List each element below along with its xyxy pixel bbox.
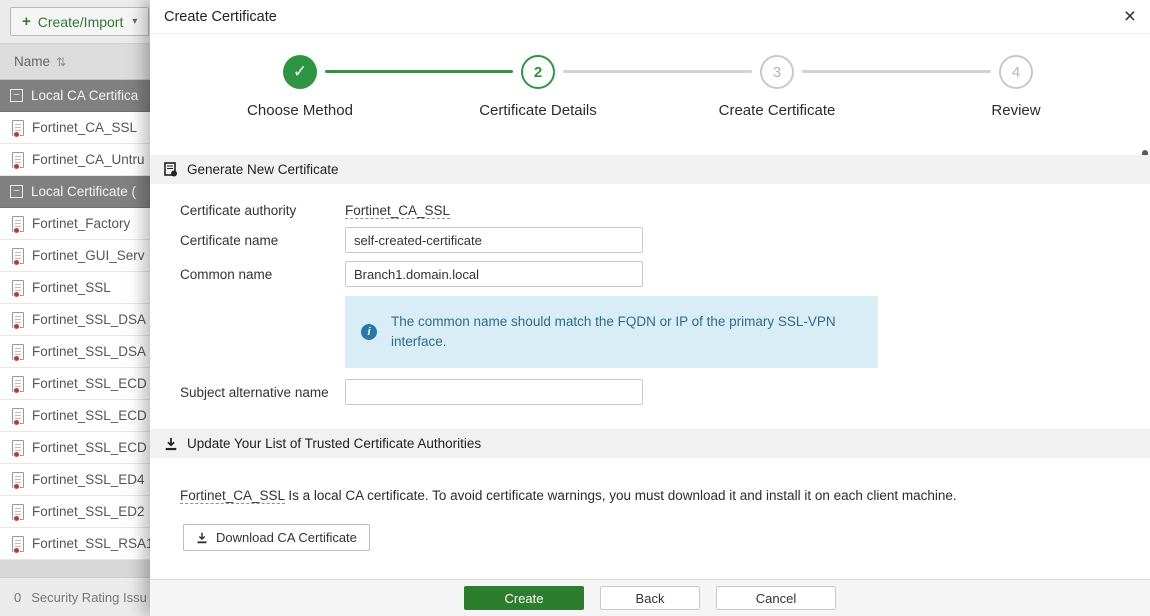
row-label: Fortinet_SSL_ED2 bbox=[32, 504, 145, 519]
cancel-button[interactable]: Cancel bbox=[716, 586, 836, 610]
close-icon[interactable]: × bbox=[1124, 6, 1136, 27]
row-label: Fortinet_CA_SSL bbox=[32, 120, 137, 135]
row-label: Fortinet_SSL_RSA1 bbox=[32, 536, 154, 551]
create-import-button[interactable]: + Create/Import ▾ bbox=[10, 7, 149, 36]
generate-section-title: Generate New Certificate bbox=[187, 162, 339, 177]
certificate-authority-value[interactable]: Fortinet_CA_SSL bbox=[345, 203, 450, 218]
step-4-label: Review bbox=[906, 102, 1126, 119]
step-connector bbox=[802, 70, 991, 73]
ca-name-term[interactable]: Fortinet_CA_SSL bbox=[180, 488, 285, 504]
subject-alternative-name-label: Subject alternative name bbox=[180, 385, 329, 400]
group-row-label: Local Certificate ( bbox=[31, 184, 136, 199]
certificate-icon bbox=[12, 408, 24, 424]
generate-section-header: Generate New Certificate bbox=[150, 155, 1150, 184]
certificate-icon bbox=[12, 376, 24, 392]
row-label: Fortinet_SSL bbox=[32, 280, 111, 295]
download-section-icon bbox=[164, 437, 178, 451]
step-3-label: Create Certificate bbox=[667, 102, 887, 119]
certificate-icon bbox=[12, 312, 24, 328]
certificate-icon bbox=[12, 536, 24, 552]
update-section-title: Update Your List of Trusted Certificate … bbox=[187, 436, 481, 451]
row-label: Fortinet_SSL_ECD bbox=[32, 408, 147, 423]
step-1-label: Choose Method bbox=[190, 102, 410, 119]
step-2-label: Certificate Details bbox=[428, 102, 648, 119]
certificate-icon bbox=[12, 248, 24, 264]
certificate-name-input[interactable] bbox=[345, 227, 643, 253]
step-connector bbox=[563, 70, 752, 73]
subject-alternative-name-input[interactable] bbox=[345, 379, 643, 405]
certificate-icon bbox=[12, 216, 24, 232]
update-section-header: Update Your List of Trusted Certificate … bbox=[150, 429, 1150, 458]
certificate-name-label: Certificate name bbox=[180, 233, 278, 248]
certificate-icon bbox=[12, 152, 24, 168]
certificate-section-icon bbox=[164, 162, 178, 177]
certificate-icon bbox=[12, 504, 24, 520]
row-label: Fortinet_SSL_DSA bbox=[32, 344, 146, 359]
info-icon: i bbox=[361, 324, 377, 340]
certificate-icon bbox=[12, 280, 24, 296]
row-label: Fortinet_SSL_ECD bbox=[32, 376, 147, 391]
download-description: Fortinet_CA_SSL Is a local CA certificat… bbox=[180, 488, 1120, 503]
certificate-icon bbox=[12, 120, 24, 136]
info-message: The common name should match the FQDN or… bbox=[391, 312, 862, 351]
step-3-circle: 3 bbox=[760, 55, 794, 89]
status-label: Security Rating Issu bbox=[31, 590, 147, 605]
group-row-label: Local CA Certifica bbox=[31, 88, 138, 103]
step-connector-done bbox=[325, 70, 513, 73]
row-label: Fortinet_SSL_ECD bbox=[32, 440, 147, 455]
download-ca-certificate-button[interactable]: Download CA Certificate bbox=[183, 524, 370, 551]
step-2-circle: 2 bbox=[521, 55, 555, 89]
certificate-icon bbox=[12, 440, 24, 456]
status-count: 0 bbox=[14, 590, 21, 605]
download-icon bbox=[196, 532, 208, 544]
certificate-icon bbox=[12, 344, 24, 360]
step-3-number: 3 bbox=[773, 64, 781, 81]
back-button[interactable]: Back bbox=[600, 586, 700, 610]
certificate-authority-label: Certificate authority bbox=[180, 203, 296, 218]
row-label: Fortinet_SSL_DSA bbox=[32, 312, 146, 327]
download-button-label: Download CA Certificate bbox=[216, 530, 357, 545]
step-1-circle: ✓ bbox=[283, 55, 317, 89]
common-name-label: Common name bbox=[180, 267, 272, 282]
certificate-icon bbox=[12, 472, 24, 488]
modal-title: Create Certificate bbox=[164, 9, 277, 25]
create-button[interactable]: Create bbox=[464, 586, 584, 610]
check-icon: ✓ bbox=[293, 62, 307, 82]
name-header-label: Name bbox=[14, 54, 50, 69]
modal-footer: Create Back Cancel bbox=[150, 579, 1150, 616]
modal-header: Create Certificate × bbox=[150, 0, 1150, 34]
row-label: Fortinet_Factory bbox=[32, 216, 130, 231]
plus-icon: + bbox=[22, 13, 31, 30]
sort-icon: ⇅ bbox=[56, 55, 66, 69]
row-label: Fortinet_SSL_ED4 bbox=[32, 472, 145, 487]
common-name-info-box: i The common name should match the FQDN … bbox=[345, 296, 878, 368]
step-2-number: 2 bbox=[534, 64, 542, 81]
step-4-circle: 4 bbox=[999, 55, 1033, 89]
collapse-icon[interactable]: − bbox=[10, 185, 23, 198]
chevron-down-icon: ▾ bbox=[132, 16, 137, 27]
row-label: Fortinet_GUI_Serv bbox=[32, 248, 145, 263]
create-certificate-modal: Create Certificate × ✓ 2 3 4 Choose Meth… bbox=[150, 0, 1150, 616]
row-label: Fortinet_CA_Untru bbox=[32, 152, 145, 167]
step-4-number: 4 bbox=[1012, 64, 1020, 81]
collapse-icon[interactable]: − bbox=[10, 89, 23, 102]
create-import-label: Create/Import bbox=[38, 14, 124, 30]
wizard-stepper: ✓ 2 3 4 Choose Method Certificate Detail… bbox=[150, 40, 1150, 132]
common-name-input[interactable] bbox=[345, 261, 643, 287]
